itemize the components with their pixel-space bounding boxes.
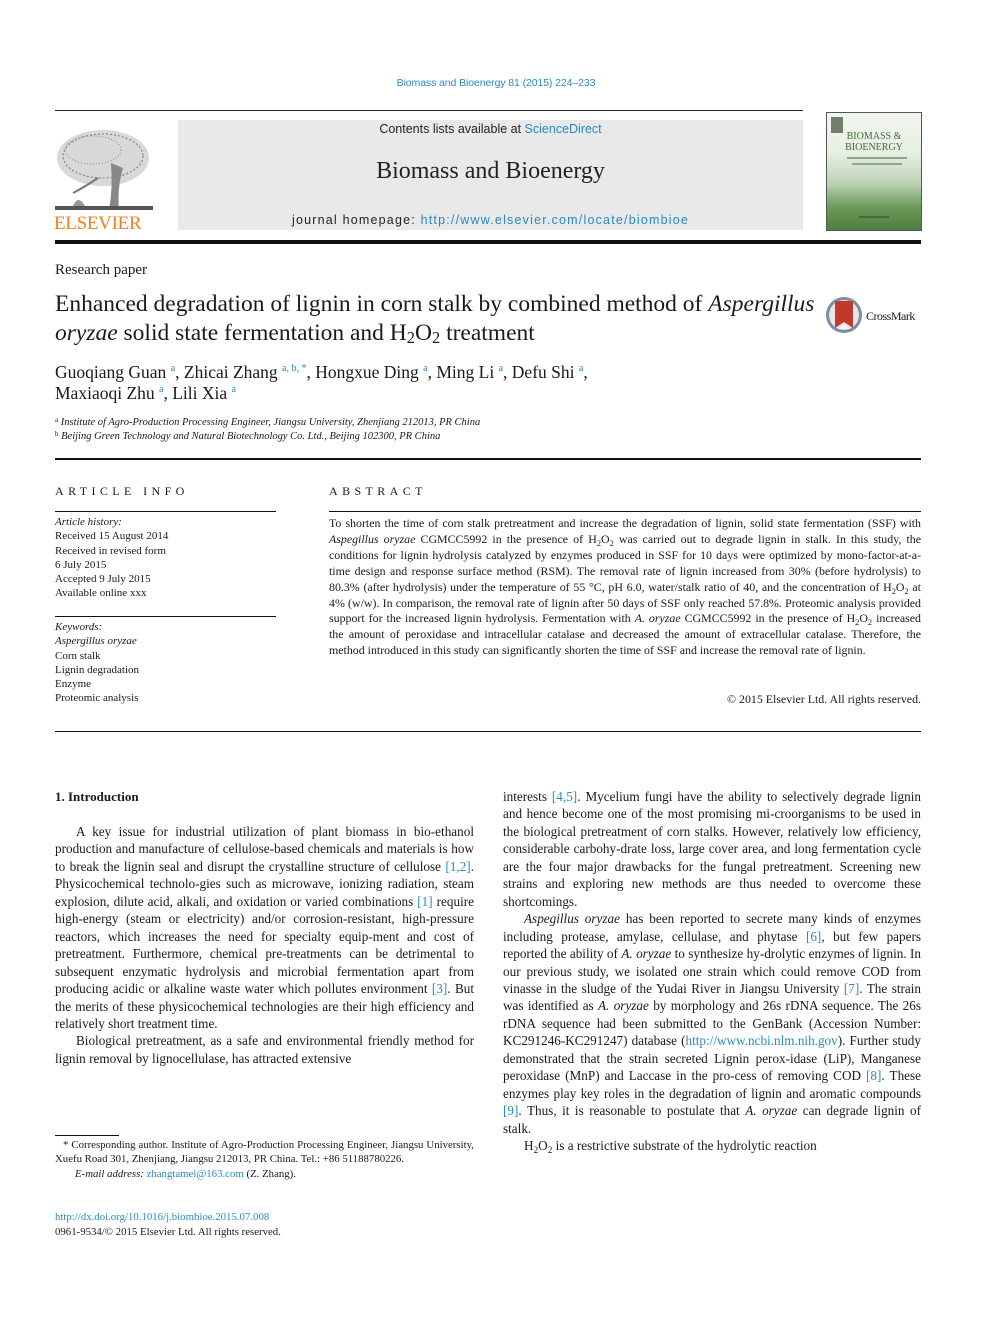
crossmark-icon: [826, 297, 862, 333]
author[interactable]: Lili Xia a: [172, 383, 236, 403]
email-link[interactable]: zhangtamei@163.com: [147, 1168, 244, 1180]
paragraph: Aspegillus oryzae has been reported to s…: [503, 911, 922, 1136]
history-item: Received 15 August 2014: [55, 530, 169, 543]
citation-link[interactable]: [1,2]: [445, 859, 470, 874]
history-item: 6 July 2015: [55, 558, 107, 571]
journal-header-box: Contents lists available at ScienceDirec…: [178, 120, 803, 230]
paragraph: H2O2 is a restrictive substrate of the h…: [524, 1138, 817, 1156]
title-subscript: 2: [406, 328, 415, 347]
section-heading-introduction: 1. Introduction: [55, 789, 139, 804]
journal-title: Biomass and Bioenergy: [376, 158, 605, 184]
title-text: Enhanced degradation of lignin in corn s…: [55, 291, 709, 317]
title-text: treatment: [440, 320, 535, 346]
keyword: Lignin degradation: [55, 663, 140, 676]
corresponding-author-note: * Corresponding author. Institute of Agr…: [55, 1139, 474, 1166]
citation-link[interactable]: [3]: [432, 981, 447, 996]
author[interactable]: Guoqiang Guan a: [55, 362, 175, 382]
article-history: Article history: Received 15 August 2014…: [55, 515, 168, 601]
cover-title: BIOMASS & BIOENERGY: [827, 131, 921, 153]
info-divider: [55, 511, 276, 512]
body-column-right: interests [4,5]. Mycelium fungi have the…: [503, 788, 921, 1155]
doi-link[interactable]: http://dx.doi.org/10.1016/j.biombioe.201…: [55, 1211, 269, 1223]
history-label: Article history:: [55, 516, 122, 528]
cover-subtitle-line: [847, 157, 907, 159]
cover-title-line2: BIOENERGY: [845, 142, 903, 153]
issn-line: 0961-9534/© 2015 Elsevier Ltd. All right…: [55, 1226, 281, 1238]
affiliation-b: b Beijing Green Technology and Natural B…: [55, 430, 441, 442]
title-subscript: 2: [431, 328, 441, 347]
abstract-end-divider: [55, 731, 921, 732]
keyword: Aspergillus oryzae: [55, 635, 137, 648]
elsevier-wordmark: ELSEVIER: [54, 213, 142, 234]
abstract-copyright: © 2015 Elsevier Ltd. All rights reserved…: [727, 692, 921, 706]
citation-link[interactable]: [9]: [503, 1103, 518, 1118]
contents-line: Contents lists available at ScienceDirec…: [178, 122, 803, 136]
meta-divider: [55, 458, 921, 460]
crossmark-label[interactable]: CrossMark: [866, 309, 915, 324]
keywords: Keywords: Aspergillus oryzae Corn stalk …: [55, 620, 139, 706]
homepage-line: journal homepage: http://www.elsevier.co…: [178, 213, 803, 227]
affiliation-a: a Institute of Agro-Production Processin…: [55, 416, 481, 428]
article-info-heading: ARTICLE INFO: [55, 484, 189, 498]
author-list: Guoqiang Guan a, Zhicai Zhang a, b, *, H…: [55, 362, 588, 403]
keyword: Corn stalk: [55, 649, 101, 662]
author[interactable]: Maxiaoqi Zhu a: [55, 383, 163, 403]
history-item: Available online xxx: [55, 587, 147, 600]
footnote: * Corresponding author. Institute of Agr…: [55, 1138, 474, 1181]
contents-prefix: Contents lists available at: [379, 122, 525, 136]
article-title: Enhanced degradation of lignin in corn s…: [55, 290, 815, 348]
journal-cover-image[interactable]: BIOMASS & BIOENERGY: [826, 112, 922, 231]
header-top-rule: [55, 110, 803, 111]
body-column-left: A key issue for industrial utilization o…: [55, 823, 474, 1067]
header-thick-rule: [55, 240, 921, 244]
citation-link[interactable]: [8]: [866, 1068, 881, 1083]
footnote-rule: [55, 1135, 119, 1136]
homepage-prefix: journal homepage:: [291, 213, 421, 227]
citation-link[interactable]: [4,5]: [552, 789, 577, 804]
abstract-heading: ABSTRACT: [329, 484, 427, 498]
author[interactable]: Hongxue Ding a: [315, 362, 427, 382]
title-text: solid state fermentation and H: [117, 320, 407, 346]
tree-icon: [55, 130, 153, 210]
cover-title-line1: BIOMASS &: [846, 131, 902, 142]
email-line: E-mail address: zhangtamei@163.com (Z. Z…: [75, 1167, 296, 1180]
homepage-link[interactable]: http://www.elsevier.com/locate/biombioe: [421, 213, 689, 227]
sciencedirect-link[interactable]: ScienceDirect: [525, 122, 602, 136]
ncbi-link[interactable]: http://www.ncbi.nlm.nih.gov: [685, 1033, 837, 1048]
author[interactable]: Defu Shi a: [512, 362, 584, 382]
title-text: O: [414, 320, 432, 346]
article-type: Research paper: [55, 262, 148, 278]
author[interactable]: Zhicai Zhang a, b, *: [184, 362, 307, 382]
author[interactable]: Ming Li a: [436, 362, 503, 382]
paragraph: interests [4,5]. Mycelium fungi have the…: [503, 789, 921, 909]
keyword: Proteomic analysis: [55, 692, 139, 705]
abstract-text: To shorten the time of corn stalk pretre…: [329, 516, 921, 658]
info-divider: [55, 616, 276, 617]
cover-publisher-mark: [859, 216, 889, 218]
keyword: Enzyme: [55, 678, 92, 691]
history-item: Accepted 9 July 2015: [55, 573, 151, 586]
history-item: Received in revised form: [55, 544, 166, 557]
paragraph: Biological pretreatment, as a safe and e…: [55, 1033, 474, 1066]
paragraph: A key issue for industrial utilization o…: [55, 824, 474, 1031]
citation-link[interactable]: [1]: [417, 894, 432, 909]
abstract-divider: [329, 511, 921, 512]
citation-link[interactable]: [6]: [806, 929, 821, 944]
cover-subtitle-line: [852, 163, 902, 165]
running-head[interactable]: Biomass and Bioenergy 81 (2015) 224–233: [0, 77, 992, 89]
keywords-label: Keywords:: [55, 621, 103, 633]
citation-link[interactable]: [7]: [844, 981, 859, 996]
